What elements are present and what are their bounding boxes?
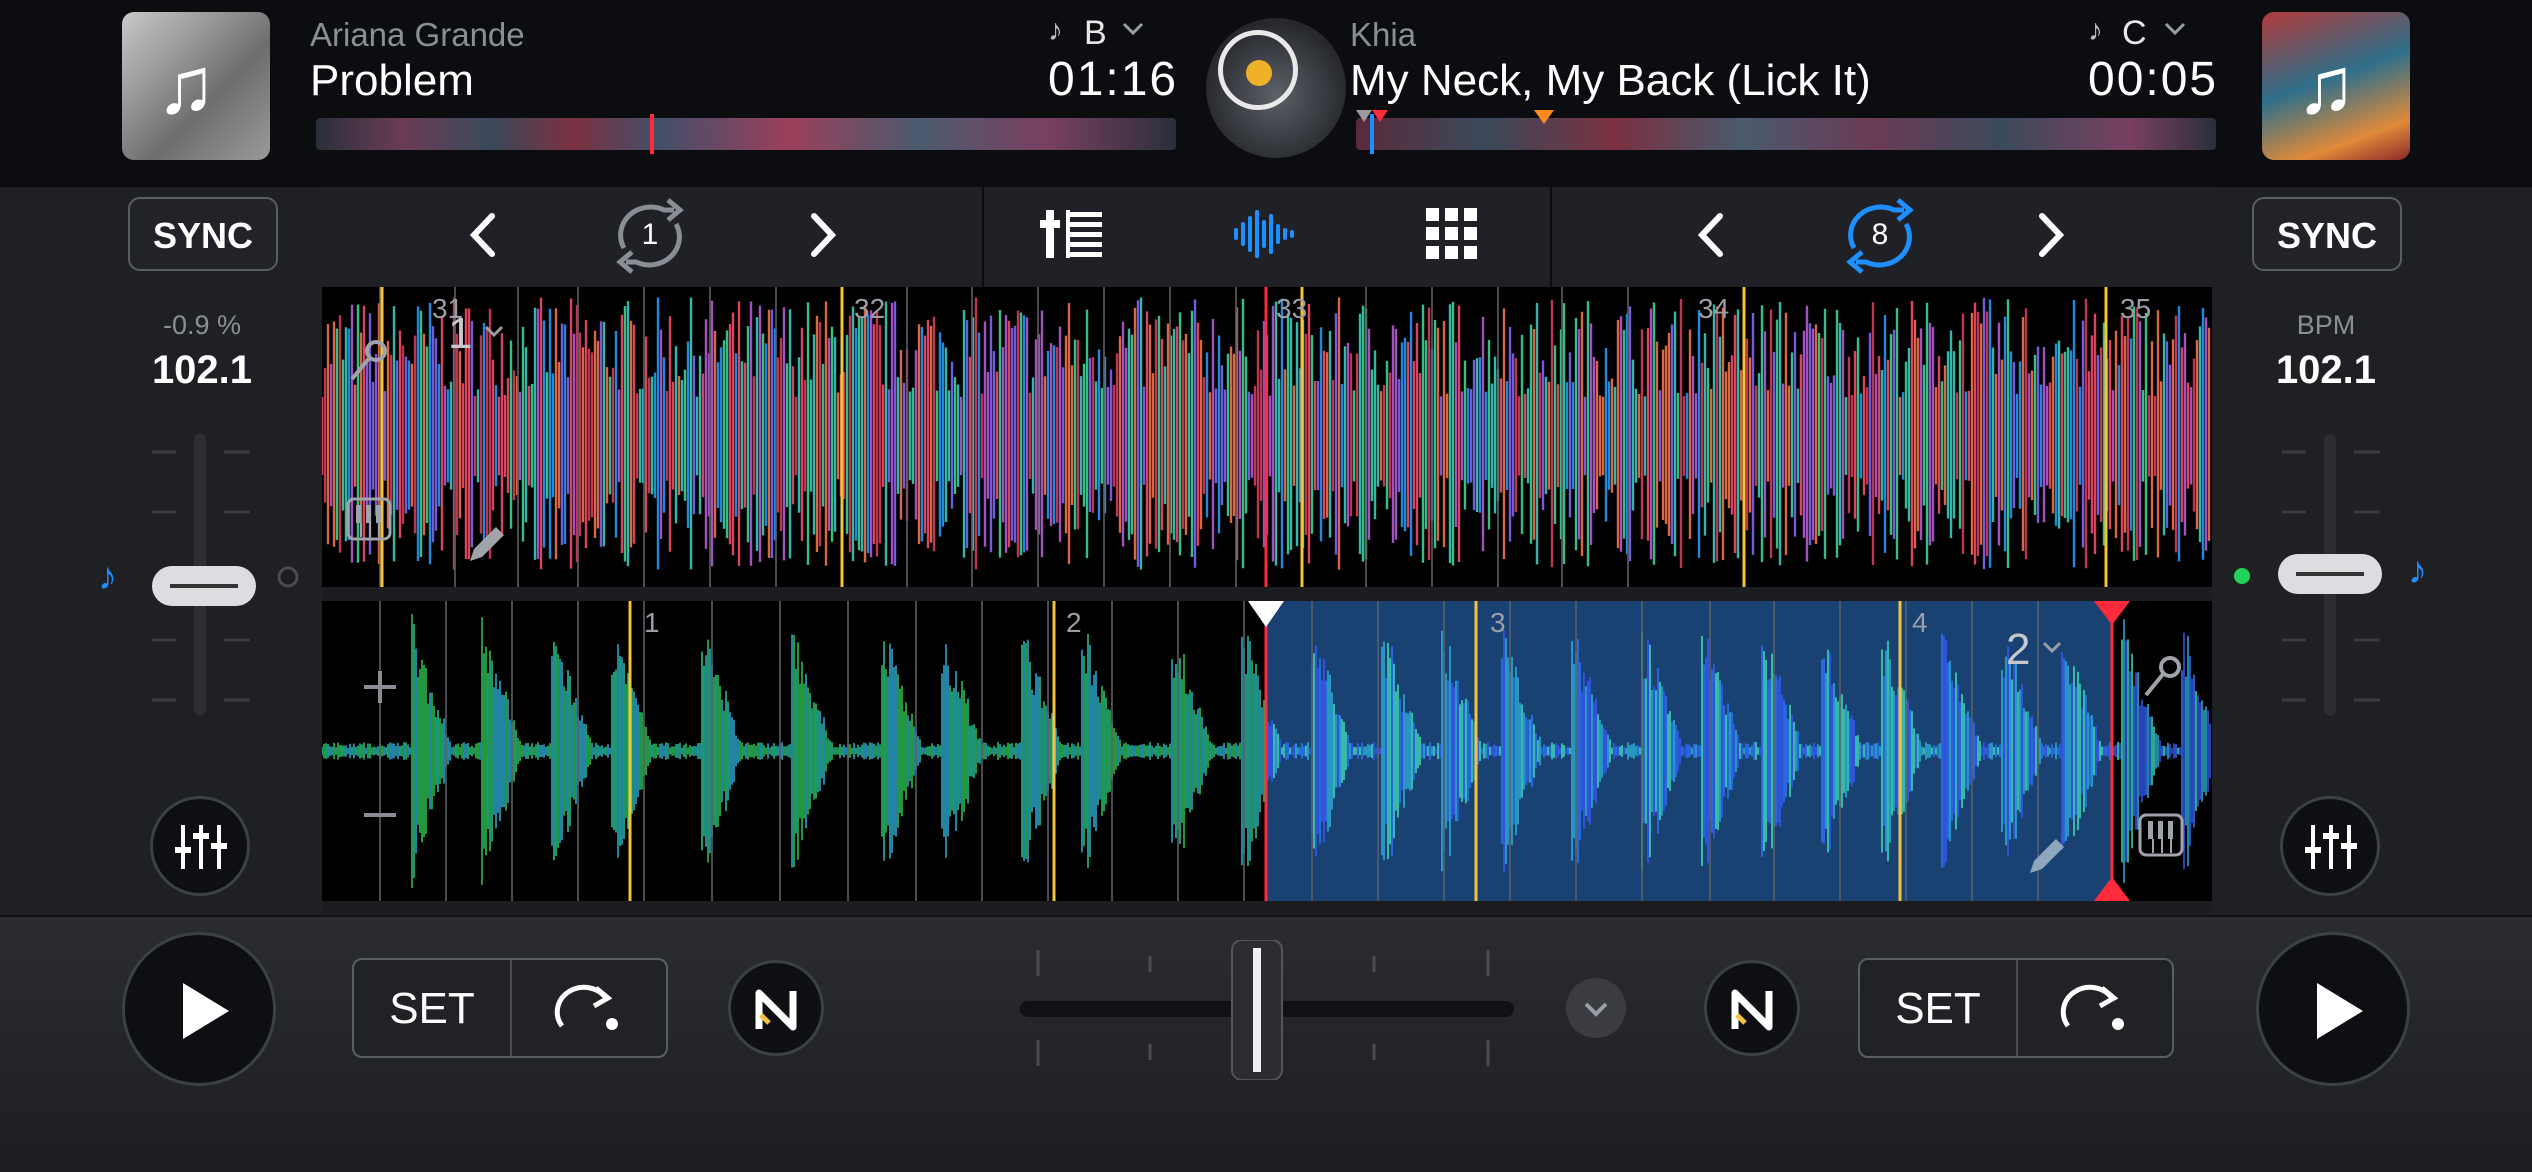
deck-b-overview-waveform[interactable] xyxy=(1356,110,2216,154)
plus-icon[interactable] xyxy=(360,667,400,712)
eq-settings-icon xyxy=(2305,825,2357,869)
deck-b-play-button[interactable] xyxy=(2256,932,2410,1086)
deck-b-loop-decrease[interactable] xyxy=(1690,210,1734,265)
deck-b-bpm: 102.1 xyxy=(2275,348,2377,392)
deck-b-pitch-fader[interactable] xyxy=(2222,430,2432,720)
deck-a-hotcue-bank[interactable]: 1 xyxy=(448,309,472,359)
deck-b-key[interactable]: C xyxy=(2122,14,2147,53)
chevron-down-icon[interactable] xyxy=(480,317,508,350)
deck-a-artist: Ariana Grande xyxy=(310,16,525,53)
deck-a-loop-decrease[interactable] xyxy=(462,210,506,265)
cue-jump-icon[interactable] xyxy=(554,982,626,1041)
chevron-down-icon[interactable] xyxy=(2160,14,2190,49)
deck-b-hotcue-bank[interactable]: 2 xyxy=(2006,625,2030,675)
deck-a-loop-button[interactable]: 1 xyxy=(604,196,696,276)
deck-a-play-button[interactable] xyxy=(122,932,276,1086)
beat-number: 35 xyxy=(2120,293,2152,324)
minus-icon[interactable] xyxy=(360,805,400,830)
deck-b-eq-button[interactable] xyxy=(2280,796,2380,896)
pads-grid-icon xyxy=(1426,208,1477,259)
music-note-icon[interactable]: ♪ xyxy=(2408,550,2427,593)
deck-a-neural-mix-button[interactable] xyxy=(728,960,824,1056)
deck-b-time: 00:05 xyxy=(2088,53,2219,106)
eq-settings-icon xyxy=(175,825,227,869)
deck-a-eq-button[interactable] xyxy=(150,796,250,896)
deck-a-sync-button[interactable]: SYNC xyxy=(128,197,278,271)
deck-a-key[interactable]: B xyxy=(1084,14,1107,53)
deck-b-artist: Khia xyxy=(1350,16,1417,53)
deck-a-time: 01:16 xyxy=(1048,53,1179,106)
microphone-icon[interactable] xyxy=(348,339,388,388)
beat-number: 3 xyxy=(1490,607,1506,638)
deck-a-cue-group: SET xyxy=(352,958,668,1058)
deck-a-album-art[interactable]: ♫ xyxy=(122,12,270,160)
beat-number: 1 xyxy=(644,607,660,638)
deck-a-loop-size: 1 xyxy=(641,218,659,251)
chevron-right-icon xyxy=(2039,213,2065,257)
deck-b-loop-size: 8 xyxy=(1871,218,1889,251)
waveform-view-button[interactable] xyxy=(1232,208,1296,265)
music-note-icon[interactable]: ♪ xyxy=(98,556,117,599)
neural-mix-icon xyxy=(755,989,797,1031)
music-note-icon: ♪ xyxy=(2088,14,2103,47)
chevron-down-icon[interactable] xyxy=(1566,978,1626,1038)
pencil-icon[interactable] xyxy=(464,523,508,572)
microphone-icon[interactable] xyxy=(2142,655,2182,704)
cue-jump-icon[interactable] xyxy=(2060,982,2132,1041)
deck-b-album-art[interactable]: ♫ xyxy=(2262,12,2410,160)
beat-number: 33 xyxy=(1276,293,1308,324)
deck-a-bpm: 102.1 xyxy=(151,348,253,392)
deck-a-pitch-percent: -0.9 % xyxy=(162,310,242,340)
beat-number: 34 xyxy=(1698,293,1730,324)
chevron-left-icon xyxy=(469,213,495,257)
mixer-view-button[interactable] xyxy=(1040,206,1104,267)
deck-a-pitch-fader[interactable] xyxy=(100,430,310,720)
music-note-icon: ♫ xyxy=(2296,41,2356,130)
music-note-icon: ♪ xyxy=(1048,14,1063,47)
beat-number: 4 xyxy=(1912,607,1928,638)
deck-b-sync-button[interactable]: SYNC xyxy=(2252,197,2402,271)
deck-a-set-button[interactable]: SET xyxy=(354,984,510,1034)
deck-a-loop-increase[interactable] xyxy=(800,210,844,265)
play-icon xyxy=(183,983,229,1039)
track-info-bar: ♫ Ariana Grande Problem ♪ B 01:16 Khia M… xyxy=(0,0,2532,187)
deck-b-waveform[interactable]: 1 2 3 4 2 xyxy=(322,601,2212,901)
chevron-down-icon[interactable] xyxy=(2038,633,2066,666)
piano-icon[interactable] xyxy=(2138,813,2184,862)
beat-number: 2 xyxy=(1066,607,1082,638)
deck-a-waveform[interactable]: 31 32 33 34 35 1 xyxy=(322,287,2212,587)
deck-b-cue-group: SET xyxy=(1858,958,2174,1058)
neural-mix-icon xyxy=(1731,989,1773,1031)
deck-b-loop-button[interactable]: 8 xyxy=(1834,196,1926,276)
music-note-icon: ♫ xyxy=(156,41,216,130)
beat-number: 32 xyxy=(854,293,886,324)
deck-b-set-button[interactable]: SET xyxy=(1860,984,2016,1034)
deck-b-title: My Neck, My Back (Lick It) xyxy=(1350,56,1871,105)
pencil-icon[interactable] xyxy=(2024,835,2068,884)
deck-b-bpm-label: BPM xyxy=(2296,310,2356,340)
waveform-icon xyxy=(1234,210,1294,258)
play-icon xyxy=(2317,983,2363,1039)
pads-view-button[interactable] xyxy=(1426,208,1478,265)
chevron-right-icon xyxy=(811,213,837,257)
chevron-down-icon[interactable] xyxy=(1118,14,1148,49)
chevron-left-icon xyxy=(1697,213,1723,257)
deck-b-neural-mix-button[interactable] xyxy=(1704,960,1800,1056)
deck-a-title: Problem xyxy=(310,56,474,105)
crossfader[interactable] xyxy=(1010,939,1520,1081)
mixer-icon xyxy=(1040,210,1102,258)
piano-icon[interactable] xyxy=(346,497,392,546)
deck-b-loop-increase[interactable] xyxy=(2028,210,2072,265)
record-icon[interactable] xyxy=(1206,18,1346,158)
deck-a-overview-waveform[interactable] xyxy=(316,114,1176,154)
